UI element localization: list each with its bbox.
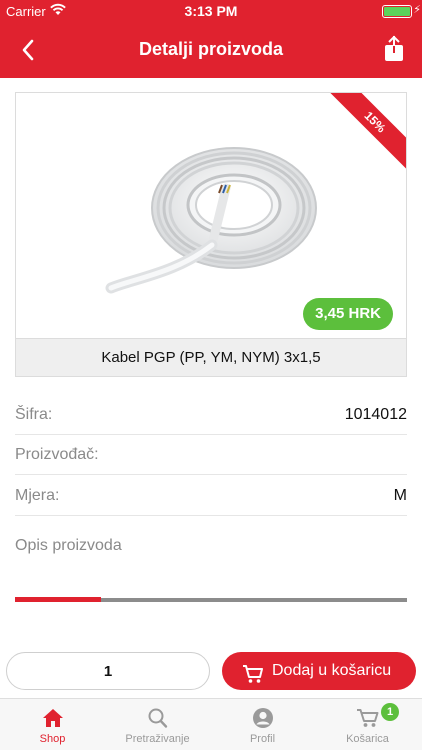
- description-progress-fill: [15, 597, 102, 602]
- cart-actions: 1 Dodaj u košaricu: [0, 646, 422, 698]
- detail-row-mjera: Mjera: M: [15, 476, 407, 516]
- detail-label: Šifra:: [15, 406, 53, 423]
- tab-label: Profil: [249, 733, 276, 745]
- tab-cart[interactable]: 1 Košarica: [315, 699, 420, 751]
- add-to-cart-label: Dodaj u košaricu: [272, 662, 392, 679]
- detail-value: M: [393, 487, 407, 504]
- detail-row-sifra: Šifra: 1014012: [15, 395, 407, 435]
- home-icon: [41, 707, 65, 729]
- quantity-field[interactable]: 1: [6, 652, 210, 690]
- battery-icon: [382, 5, 412, 18]
- tab-label: Shop: [39, 733, 66, 745]
- tab-label: Pretraživanje: [125, 733, 190, 745]
- share-icon[interactable]: [382, 35, 406, 63]
- product-name: Kabel PGP (PP, YM, NYM) 3x1,5: [16, 338, 406, 376]
- cart-icon: [356, 707, 380, 729]
- clock: 3:13 PM: [184, 3, 238, 19]
- price-badge: 3,45 HRK: [303, 298, 393, 330]
- status-bar: Carrier 3:13 PM ⚡: [0, 0, 422, 22]
- detail-label: Mjera:: [15, 487, 60, 504]
- cart-count-badge: 1: [381, 703, 399, 721]
- tab-shop[interactable]: Shop: [0, 699, 105, 751]
- tab-bar: Shop Pretraživanje Profil 1 Košarica: [0, 698, 422, 750]
- detail-label: Proizvođač:: [15, 446, 99, 463]
- nav-bar: Detalji proizvoda: [0, 22, 422, 78]
- product-card: 15% 3,45 HRK Kabel PGP (PP, YM, NYM) 3x1…: [15, 92, 407, 377]
- add-to-cart-button[interactable]: Dodaj u košaricu: [222, 652, 416, 690]
- search-icon: [146, 707, 170, 729]
- tab-profile[interactable]: Profil: [210, 699, 315, 751]
- user-icon: [251, 707, 275, 729]
- description-heading[interactable]: Opis proizvoda: [15, 537, 122, 555]
- detail-value: 1014012: [344, 406, 407, 423]
- detail-row-proizvodac: Proizvođač:: [15, 435, 407, 475]
- description-progress: [15, 597, 407, 602]
- charging-icon: ⚡: [413, 4, 421, 16]
- page-title: Detalji proizvoda: [138, 39, 284, 59]
- cart-icon: [242, 661, 264, 683]
- tab-search[interactable]: Pretraživanje: [105, 699, 210, 751]
- tab-label: Košarica: [346, 733, 389, 745]
